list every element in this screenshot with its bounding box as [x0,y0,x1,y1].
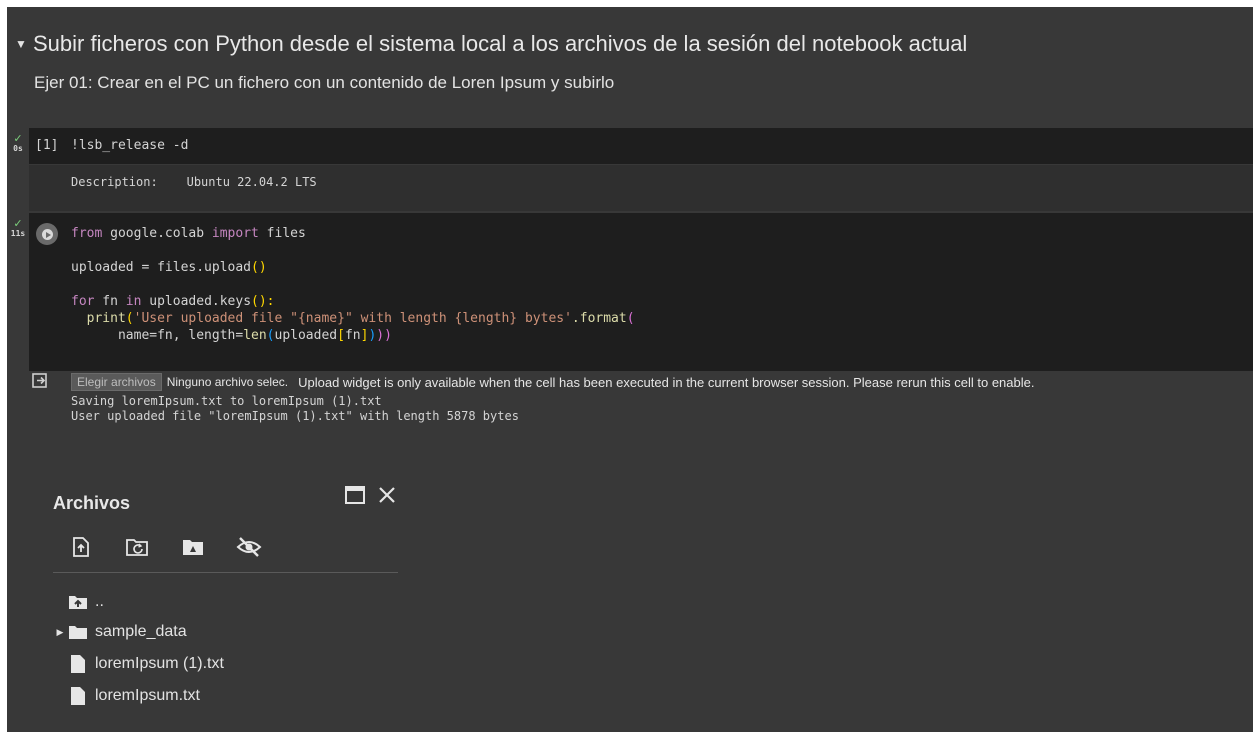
eye-off-icon [236,537,262,557]
cell1-exec-count[interactable]: [1] [35,138,58,153]
upload-log: Saving loremIpsum.txt to loremIpsum (1).… [71,394,519,424]
run-cell-button[interactable] [36,223,58,245]
collapse-caret-icon[interactable]: ▼ [11,37,31,51]
upload-file-icon [73,537,89,557]
code-token: fn [344,328,361,343]
tree-item-label: .. [95,593,104,610]
section-subtitle: Ejer 01: Crear en el PC un fichero con u… [34,73,615,92]
cell1-output: Description: Ubuntu 22.04.2 LTS [29,165,1253,211]
cell2-code[interactable]: from google.colab import files uploaded … [71,225,635,344]
output-menu-icon[interactable] [31,372,49,390]
code-token: uploaded [274,328,338,343]
cell1-code[interactable]: !lsb_release -d [71,138,188,153]
panel-controls [343,483,399,507]
code-token: [ [337,328,345,343]
files-panel-title: Archivos [53,493,131,513]
log-line: Saving loremIpsum.txt to loremIpsum (1).… [71,394,382,408]
code-token: fn [94,294,126,309]
code-token: google.colab [102,226,212,241]
code-token: (): [251,294,275,309]
widget-message: Upload widget is only available when the… [298,374,1035,390]
upload-button[interactable] [67,533,95,561]
cell1-exec-time: 0s [13,144,23,153]
code-token: in [125,294,142,309]
code-token: uploaded.keys [141,294,252,309]
tree-item-file[interactable]: loremIpsum.txt [67,683,200,709]
cell1-output-text: Description: Ubuntu 22.04.2 LTS [71,175,317,189]
code-token: () [251,260,267,275]
folder-refresh-icon [126,539,148,556]
file-icon [67,653,89,675]
code-token: ( [626,311,635,326]
tree-item-file[interactable]: loremIpsum (1).txt [67,651,224,677]
folder-up-icon [67,591,89,613]
code-token: print [86,311,126,326]
code-token: ( [266,328,275,343]
code-cell-1[interactable]: [1] !lsb_release -d [29,128,1253,164]
mount-drive-button[interactable] [179,533,207,561]
code-token: ( [125,311,134,326]
code-token: .format [571,311,627,326]
toggle-hidden-button[interactable] [235,533,263,561]
play-icon [41,228,53,240]
notebook-view: ▼ Subir ficheros con Python desde el sis… [7,7,1253,732]
code-token: import [211,226,259,241]
toolbar-divider [53,572,398,573]
section-header[interactable]: ▼ Subir ficheros con Python desde el sis… [7,24,967,64]
folder-icon [67,621,89,643]
code-token: 'User uploaded file "{name}" with length… [133,311,572,326]
expand-arrow-icon[interactable]: ▶ [53,627,67,638]
tree-item-label: loremIpsum.txt [95,687,200,704]
cell1-status: ✓ 0s [7,133,29,153]
code-cell-2[interactable]: from google.colab import files uploaded … [29,213,1253,371]
close-icon[interactable] [375,483,399,507]
cell2-exec-time: 11s [10,229,26,238]
files-panel: Archivos .. ▶ sample_data loremIpsum (1)… [7,477,427,732]
log-line: User uploaded file "loremIpsum (1).txt" … [71,409,519,423]
tree-item-parent[interactable]: .. [67,589,104,615]
code-token: files [258,226,306,241]
code-token: uploaded = files.upload [71,260,252,275]
code-token: for [71,294,95,309]
code-token: from [71,226,103,241]
cell2-status: ✓ 11s [7,218,29,238]
choose-files-button[interactable]: Elegir archivos [71,373,162,391]
open-in-tab-icon[interactable] [343,483,367,507]
drive-folder-icon [183,540,203,555]
tree-item-sample-data[interactable]: ▶ sample_data [53,619,187,645]
code-token: )) [376,328,392,343]
cell2-output: Elegir archivos Ninguno archivo selec. U… [29,372,1253,442]
section-title: Subir ficheros con Python desde el siste… [33,31,968,56]
file-icon [67,685,89,707]
code-token: len [243,328,267,343]
files-toolbar [67,533,263,561]
upload-widget: Elegir archivos Ninguno archivo selec. U… [71,373,1034,391]
no-file-selected: Ninguno archivo selec. [166,375,289,389]
tree-item-label: sample_data [95,623,187,640]
code-token: name=fn, length= [71,328,244,343]
refresh-button[interactable] [123,533,151,561]
tree-item-label: loremIpsum (1).txt [95,655,224,672]
